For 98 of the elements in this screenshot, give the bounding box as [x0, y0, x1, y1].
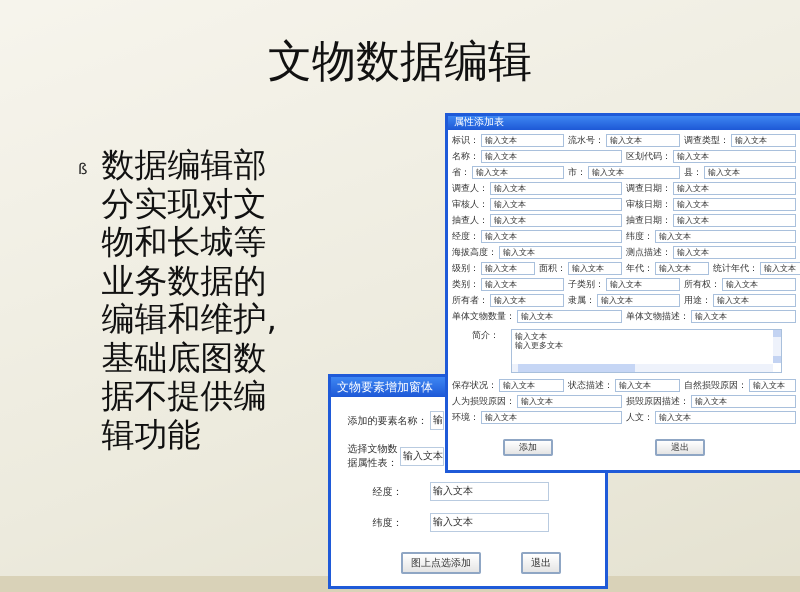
- input-field[interactable]: 输入文本: [430, 482, 549, 501]
- scroll-down-icon[interactable]: [773, 356, 781, 363]
- scroll-up-icon[interactable]: [773, 330, 781, 337]
- field-label: 抽查人：: [452, 214, 488, 227]
- input-field[interactable]: 输入文本: [606, 278, 680, 291]
- input-field[interactable]: 输入文本: [568, 262, 622, 275]
- field-label: 简介：: [472, 330, 499, 342]
- input-field[interactable]: 输入文本: [673, 150, 796, 163]
- input-field[interactable]: 输入文本: [655, 411, 796, 424]
- input-field[interactable]: 输入文本: [673, 214, 796, 227]
- input-field[interactable]: 输入文本: [691, 395, 796, 408]
- input-field[interactable]: 输入文本: [731, 134, 796, 147]
- input-field[interactable]: 输入文本: [588, 166, 680, 179]
- bullet-text: 数据编辑部分实现对文物和长城等业务数据的编辑和维护,基础底图数据不提供编辑功能: [101, 146, 278, 454]
- field-label: 调查日期：: [626, 182, 671, 195]
- input-field[interactable]: 输入文本: [517, 395, 622, 408]
- button[interactable]: 图上点选添加: [401, 552, 481, 574]
- input-field[interactable]: 输入文本: [655, 230, 796, 243]
- slide-title: 文物数据编辑: [267, 35, 533, 89]
- input-field[interactable]: 输入文本: [597, 294, 680, 307]
- input-field[interactable]: 输入文本: [655, 262, 709, 275]
- field-label: 审核日期：: [626, 198, 671, 211]
- input-field[interactable]: 输: [430, 411, 444, 430]
- input-field[interactable]: 输入文本: [713, 294, 796, 307]
- field-label: 市：: [568, 166, 586, 179]
- input-field[interactable]: 输入文本: [517, 310, 622, 323]
- input-field[interactable]: 输入文本: [499, 379, 564, 392]
- horizontal-scrollbar[interactable]: [512, 364, 773, 372]
- field-label: 流水号：: [568, 134, 604, 147]
- field-label: 省：: [452, 166, 470, 179]
- field-label: 审核人：: [452, 198, 488, 211]
- input-field[interactable]: 输入文本: [490, 294, 564, 307]
- field-label: 测点描述：: [626, 246, 671, 259]
- field-label: 用途：: [684, 294, 711, 307]
- field-label: 调查人：: [452, 182, 488, 195]
- input-field[interactable]: 输入文本: [760, 262, 800, 275]
- field-label: 单体文物数量：: [452, 310, 515, 323]
- field-label: 级别：: [452, 262, 479, 275]
- input-field[interactable]: 输入文本: [704, 166, 796, 179]
- field-label: 名称：: [452, 150, 479, 163]
- input-field[interactable]: 输入文本: [481, 150, 622, 163]
- button[interactable]: 退出: [655, 439, 705, 456]
- input-field[interactable]: 输入文本: [673, 182, 796, 195]
- field-label: 单体文物描述：: [626, 310, 689, 323]
- field-label: 区划代码：: [626, 150, 671, 163]
- input-field[interactable]: 输入文本: [673, 198, 796, 211]
- input-field[interactable]: 输入文本: [472, 166, 564, 179]
- input-field[interactable]: 输入文本: [481, 278, 564, 291]
- field-label: 标识：: [452, 134, 479, 147]
- button[interactable]: 退出: [521, 552, 561, 574]
- field-label: 所有者：: [452, 294, 488, 307]
- input-field[interactable]: 输入文本: [691, 310, 796, 323]
- input-field[interactable]: 输入文本: [490, 214, 622, 227]
- input-field[interactable]: 输入文本: [673, 246, 796, 259]
- field-label: 县：: [684, 166, 702, 179]
- field-label: 纬度：: [626, 230, 653, 243]
- field-label: 损毁原因描述：: [626, 396, 689, 408]
- field-label: 环境：: [452, 412, 479, 424]
- input-field[interactable]: 输入文本: [606, 134, 680, 147]
- field-label: 所有权：: [684, 278, 720, 291]
- window-title-bar: 属性添加表: [448, 116, 800, 130]
- scrollbar-thumb[interactable]: [518, 364, 636, 372]
- field-label: 抽查日期：: [626, 214, 671, 227]
- field-label: 经度：: [372, 486, 404, 498]
- field-label: 面积：: [539, 263, 566, 275]
- field-label: 经度：: [452, 230, 479, 243]
- field-label: 调查类型：: [684, 134, 729, 147]
- input-field[interactable]: 输入文本: [481, 411, 622, 424]
- field-label: 保存状况：: [452, 380, 497, 392]
- field-label: 人文：: [626, 412, 653, 424]
- text-area-line: 输入更多文本: [515, 341, 563, 350]
- field-label: 添加的要素名称：: [346, 414, 428, 428]
- field-label: 纬度：: [372, 516, 404, 530]
- field-label: 年代：: [626, 262, 653, 275]
- input-field[interactable]: 输入文本: [615, 379, 680, 392]
- input-field[interactable]: 输入文本: [481, 262, 535, 275]
- field-label: 海拔高度：: [452, 246, 497, 259]
- input-field[interactable]: 输入文本: [481, 230, 622, 243]
- field-label: 类别：: [452, 278, 479, 291]
- button[interactable]: 添加: [503, 439, 553, 456]
- field-label: 子类别：: [568, 278, 604, 291]
- input-field[interactable]: 输入文本: [749, 379, 796, 392]
- input-field[interactable]: 输入文本: [490, 198, 622, 211]
- input-field[interactable]: 输入文本: [400, 446, 444, 466]
- field-label: 人为损毁原因：: [452, 396, 515, 408]
- bullet-marker: ß: [78, 160, 88, 178]
- text-area-line: 输入文本: [515, 332, 547, 341]
- field-label: 选择文物数据属性表：: [346, 442, 398, 470]
- input-field[interactable]: 输入文本: [430, 513, 549, 532]
- field-label: 自然损毁原因：: [684, 380, 747, 392]
- vertical-scrollbar[interactable]: [773, 330, 781, 363]
- field-label: 隶属：: [568, 294, 595, 307]
- input-field[interactable]: 输入文本: [481, 134, 564, 147]
- input-field[interactable]: 输入文本: [499, 246, 622, 259]
- input-field[interactable]: 输入文本: [722, 278, 796, 291]
- text-area[interactable]: 输入文本 输入更多文本: [511, 329, 782, 373]
- input-field[interactable]: 输入文本: [490, 182, 622, 195]
- field-label: 统计年代：: [713, 262, 758, 275]
